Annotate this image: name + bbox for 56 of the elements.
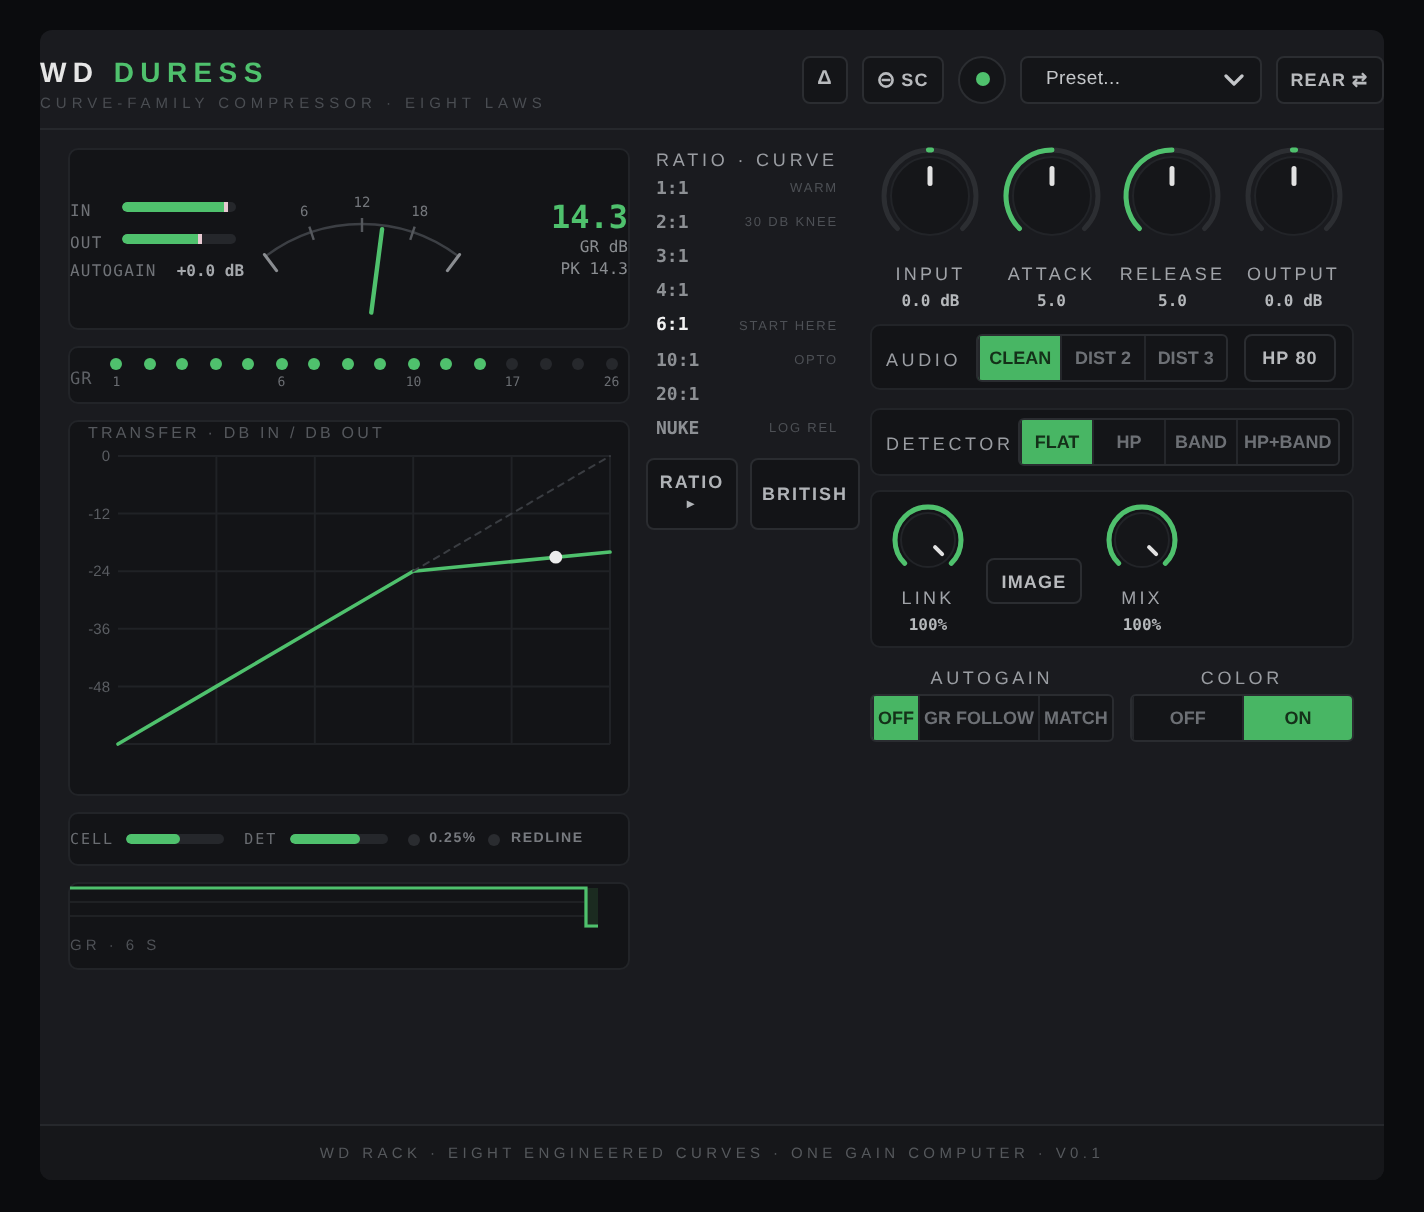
peak-readout: PK 14.3 <box>560 258 628 280</box>
knob-value: 5.0 <box>1158 290 1187 312</box>
filter-button[interactable]: HP 80 <box>1244 333 1336 381</box>
section-label: AUTOGAIN <box>930 666 1054 690</box>
image-button[interactable]: IMAGE <box>986 558 1082 604</box>
segment-button[interactable]: CLEAN <box>978 335 1061 379</box>
rear-button[interactable]: REAR ⇄ <box>1276 55 1384 103</box>
ratio-option[interactable]: NUKE <box>656 419 700 440</box>
meter-label: GR <box>70 369 93 389</box>
ratio-option[interactable]: 10:1 <box>656 351 700 372</box>
option-button[interactable]: BRITISH <box>750 457 860 529</box>
knob-label: MIX <box>1121 588 1163 610</box>
knob-label: OUTPUT <box>1246 264 1341 286</box>
section-label: AUDIO <box>886 349 962 369</box>
section-label: DETECTOR <box>886 434 1014 454</box>
segment-button[interactable]: FLAT <box>1020 420 1092 464</box>
ratio-option[interactable]: 20:1 <box>656 385 700 406</box>
chevron-down-icon <box>1224 73 1244 85</box>
chart-title: TRANSFER · DB IN / DB OUT <box>88 422 385 446</box>
knob-value: 0.0 dB <box>901 290 960 312</box>
segment-button[interactable]: OFF <box>872 696 918 740</box>
sidechain-button[interactable]: SC <box>862 55 944 103</box>
knob-label: ATTACK <box>1007 264 1096 286</box>
ratio-option[interactable]: 3:1 <box>656 247 689 268</box>
segment-button[interactable]: GR FOLLOW <box>918 696 1038 740</box>
circle-minus-icon <box>877 71 894 87</box>
meter-label: IN <box>70 201 92 219</box>
autogain-value: +0.0 dB <box>176 262 245 280</box>
ratio-option[interactable]: 1:1 <box>656 179 689 200</box>
app-title: WD DURESS <box>40 55 269 87</box>
knob-value: 5.0 <box>1037 290 1066 312</box>
autogain-label: AUTOGAIN <box>70 262 157 280</box>
ratio-option[interactable]: 2:1 <box>656 213 689 234</box>
section-label: COLOR <box>1200 666 1283 690</box>
knob-value: 0.0 dB <box>1264 290 1323 312</box>
segment-button[interactable]: BAND <box>1164 420 1236 464</box>
ratio-option[interactable]: 6:1 <box>656 316 689 337</box>
unit-label: GR dB <box>579 236 628 258</box>
segment-button[interactable]: DIST 3 <box>1143 335 1226 379</box>
meter-label: OUT <box>70 233 103 251</box>
preset-dropdown[interactable]: Preset... <box>1020 55 1262 103</box>
knob-value: 100% <box>908 614 948 636</box>
knob-label: LINK <box>901 588 955 610</box>
gain-reduction-readout: 14.3 <box>550 198 628 236</box>
segment-button[interactable]: HP+BAND <box>1236 420 1338 464</box>
knob-label: INPUT <box>895 264 966 286</box>
toggle-button[interactable] <box>958 55 1006 103</box>
segment-button[interactable]: HP <box>1092 420 1164 464</box>
knob-value: 100% <box>1122 614 1162 636</box>
knob-label: RELEASE <box>1119 264 1226 286</box>
segment-button[interactable]: ON <box>1241 696 1352 740</box>
segment-button[interactable]: DIST 2 <box>1060 335 1144 379</box>
delta-button[interactable]: Δ <box>802 55 848 103</box>
segment-button[interactable]: MATCH <box>1038 696 1112 740</box>
ratio-option[interactable]: 4:1 <box>656 282 689 303</box>
section-heading: RATIO · CURVE <box>656 148 838 172</box>
